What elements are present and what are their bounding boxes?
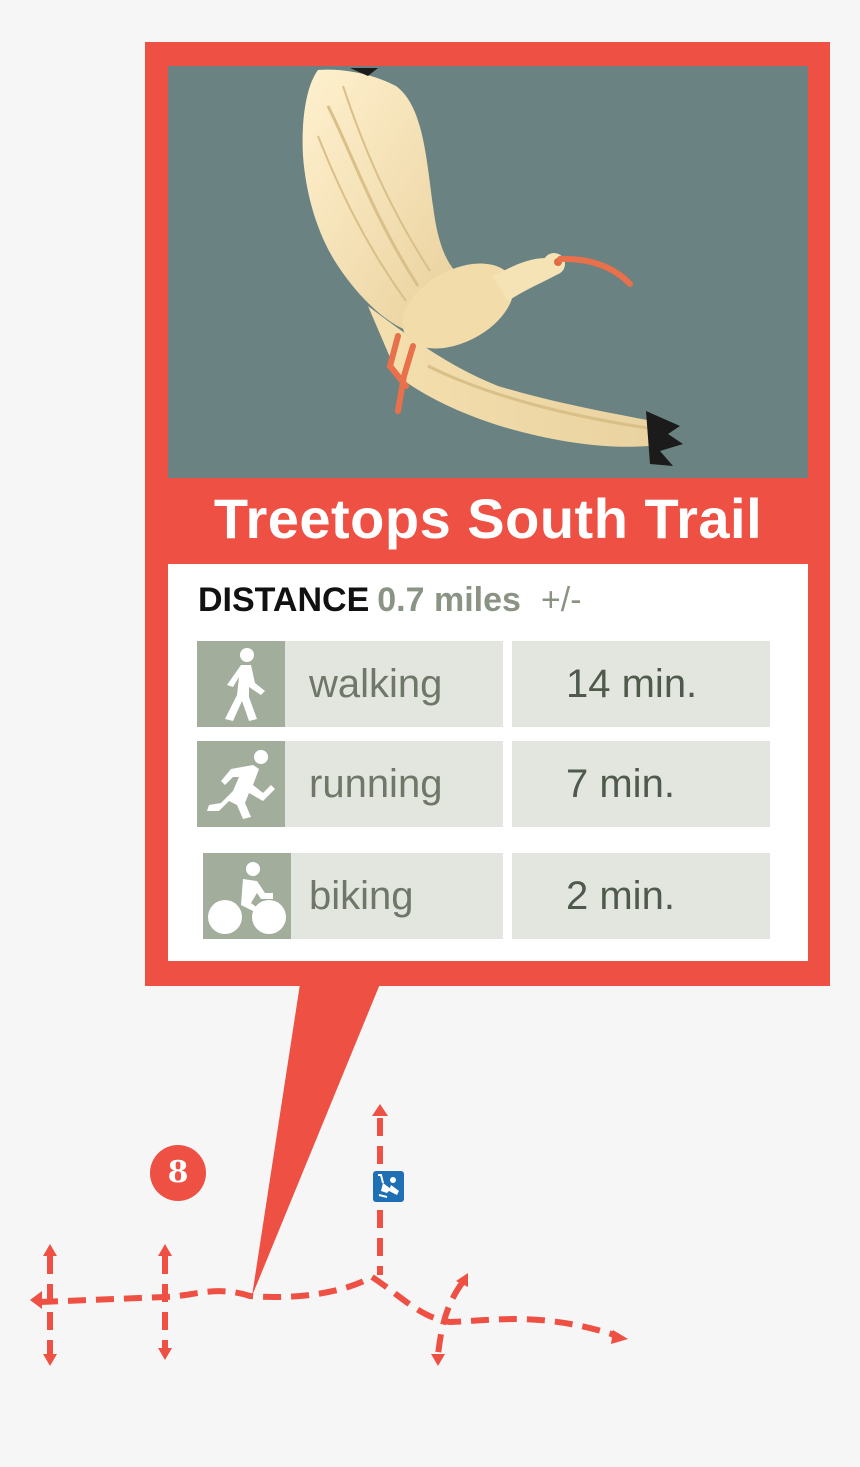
distance-label: DISTANCE xyxy=(198,581,370,619)
time-value-biking: 2 min. xyxy=(566,874,675,918)
arrowhead-west-top xyxy=(43,1244,57,1256)
distance-value: 0.7 miles xyxy=(377,581,521,619)
running-person-icon xyxy=(197,741,285,827)
trail-title: Treetops South Trail xyxy=(213,487,763,550)
mode-row-biking: biking xyxy=(203,853,503,939)
arrowhead-east-bottom xyxy=(431,1354,445,1366)
mode-row-running: running xyxy=(197,741,503,827)
callout-pointer xyxy=(252,984,380,1296)
trail-stats-panel: DISTANCE 0.7 miles +/- walking 14 min. r… xyxy=(168,564,808,961)
main-trail-path xyxy=(39,1273,616,1338)
time-cell-walking: 14 min. xyxy=(512,641,770,727)
mode-row-walking: walking xyxy=(197,641,503,727)
arrowhead-north-spur xyxy=(372,1104,388,1116)
bicycle-rider-icon xyxy=(203,853,291,939)
time-cell-biking: 2 min. xyxy=(512,853,770,939)
mode-label-running: running xyxy=(309,762,443,806)
distance-approx: +/- xyxy=(540,581,582,619)
time-cell-running: 7 min. xyxy=(512,741,770,827)
playground-swing-icon xyxy=(373,1171,404,1202)
trail-photo xyxy=(168,66,808,478)
distance-row: DISTANCE 0.7 miles +/- xyxy=(198,574,582,626)
ibis-illustration xyxy=(302,68,683,466)
trail-map-graphic: Treetops South Trail DISTANCE 0.7 miles +/… xyxy=(0,0,860,1467)
mode-label-walking: walking xyxy=(309,662,443,706)
walking-person-icon xyxy=(197,641,285,727)
arrowhead-west xyxy=(30,1291,42,1309)
map-marker[interactable]: 8 xyxy=(150,1145,206,1201)
arrowhead-west-bottom xyxy=(43,1354,57,1366)
arrowhead-mid-top xyxy=(158,1244,172,1256)
time-value-walking: 14 min. xyxy=(566,662,698,706)
time-value-running: 7 min. xyxy=(566,762,675,806)
arrowhead-east xyxy=(611,1330,628,1344)
arrowhead-mid-bottom xyxy=(158,1348,172,1360)
mode-label-biking: biking xyxy=(309,874,414,918)
